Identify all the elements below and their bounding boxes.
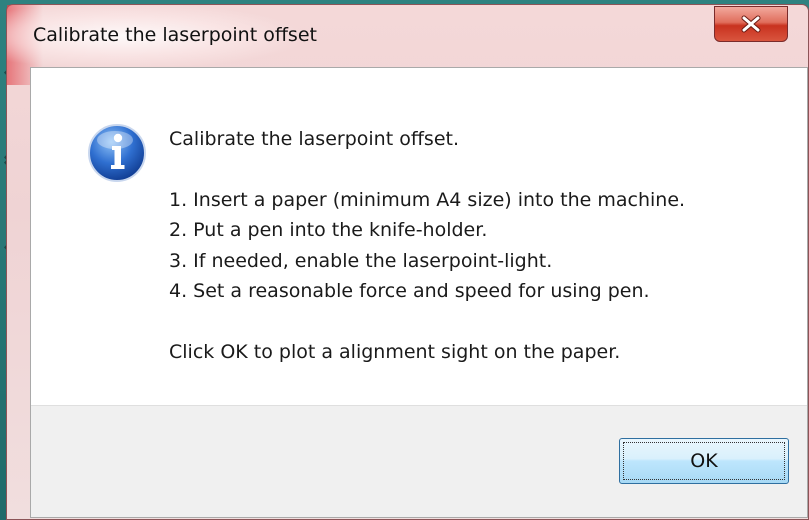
ok-button-label: OK bbox=[690, 450, 718, 472]
message-step: 3. If needed, enable the laserpoint-ligh… bbox=[169, 249, 553, 272]
message-footer-note: Click OK to plot a alignment sight on th… bbox=[169, 340, 621, 363]
message-heading: Calibrate the laserpoint offset. bbox=[169, 128, 459, 150]
dialog-title: Calibrate the laserpoint offset bbox=[33, 24, 317, 46]
message-step: 1. Insert a paper (minimum A4 size) into… bbox=[169, 188, 686, 211]
dialog-content: Calibrate the laserpoint offset. 1. Inse… bbox=[30, 67, 808, 518]
message-step: 4. Set a reasonable force and speed for … bbox=[169, 280, 650, 302]
close-icon bbox=[741, 15, 761, 33]
dialog-window: Calibrate the laserpoint offset Calibrat… bbox=[6, 4, 809, 520]
message-step: 2. Put a pen into the knife-holder. bbox=[169, 219, 488, 241]
info-icon bbox=[88, 124, 146, 182]
message-text: Calibrate the laserpoint offset. 1. Inse… bbox=[169, 124, 685, 367]
ok-button[interactable]: OK bbox=[619, 438, 789, 484]
close-button[interactable] bbox=[714, 6, 788, 42]
